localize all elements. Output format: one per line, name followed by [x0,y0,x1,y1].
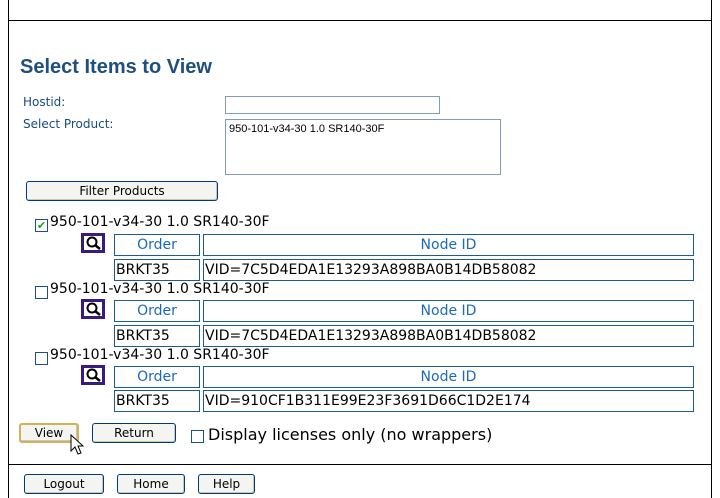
display-licenses-only-checkbox[interactable] [191,430,204,443]
node-id-cell-1: VID=7C5D4EDA1E13293A898BA0B14DB58082 [203,259,694,281]
hostid-label: Hostid: [23,95,66,109]
node-id-column-header: Node ID [203,366,694,388]
product-option[interactable]: 950-101-v34-30 1.0 SR140-30F [229,123,497,135]
checkmark-icon: ✔ [36,219,47,232]
page-title: Select Items to View [20,56,212,78]
logout-button[interactable]: Logout [24,474,104,494]
top-divider [9,20,711,21]
order-cell-1: BRKT35 [114,259,200,281]
magnifier-icon[interactable] [81,233,105,253]
select-product-label: Select Product: [23,117,114,131]
magnifier-icon[interactable] [81,299,105,319]
product-checkbox-2[interactable] [35,286,48,299]
product-label-1: 950-101-v34-30 1.0 SR140-30F [50,214,270,230]
display-licenses-only-label: Display licenses only (no wrappers) [208,425,493,444]
product-select-list[interactable]: 950-101-v34-30 1.0 SR140-30F [225,119,501,175]
order-column-header: Order [114,300,200,322]
return-button[interactable]: Return [92,423,176,443]
node-id-cell-3: VID=910CF1B311E99E23F3691D66C1D2E174 [203,390,694,412]
hostid-input[interactable] [225,96,440,114]
product-label-3: 950-101-v34-30 1.0 SR140-30F [50,347,270,363]
help-button[interactable]: Help [198,474,255,494]
product-checkbox-3[interactable] [35,352,48,365]
node-id-column-header: Node ID [203,234,694,256]
order-cell-3: BRKT35 [114,390,200,412]
node-id-column-header: Node ID [203,300,694,322]
node-id-cell-2: VID=7C5D4EDA1E13293A898BA0B14DB58082 [203,325,694,347]
product-label-2: 950-101-v34-30 1.0 SR140-30F [50,281,270,297]
mouse-pointer-icon [70,434,85,455]
home-button[interactable]: Home [117,474,185,494]
filter-products-button[interactable]: Filter Products [26,181,218,201]
magnifier-icon[interactable] [81,365,105,385]
order-column-header: Order [114,366,200,388]
order-column-header: Order [114,234,200,256]
bottom-divider [9,464,711,465]
order-cell-2: BRKT35 [114,325,200,347]
product-checkbox-1[interactable]: ✔ [35,219,48,232]
